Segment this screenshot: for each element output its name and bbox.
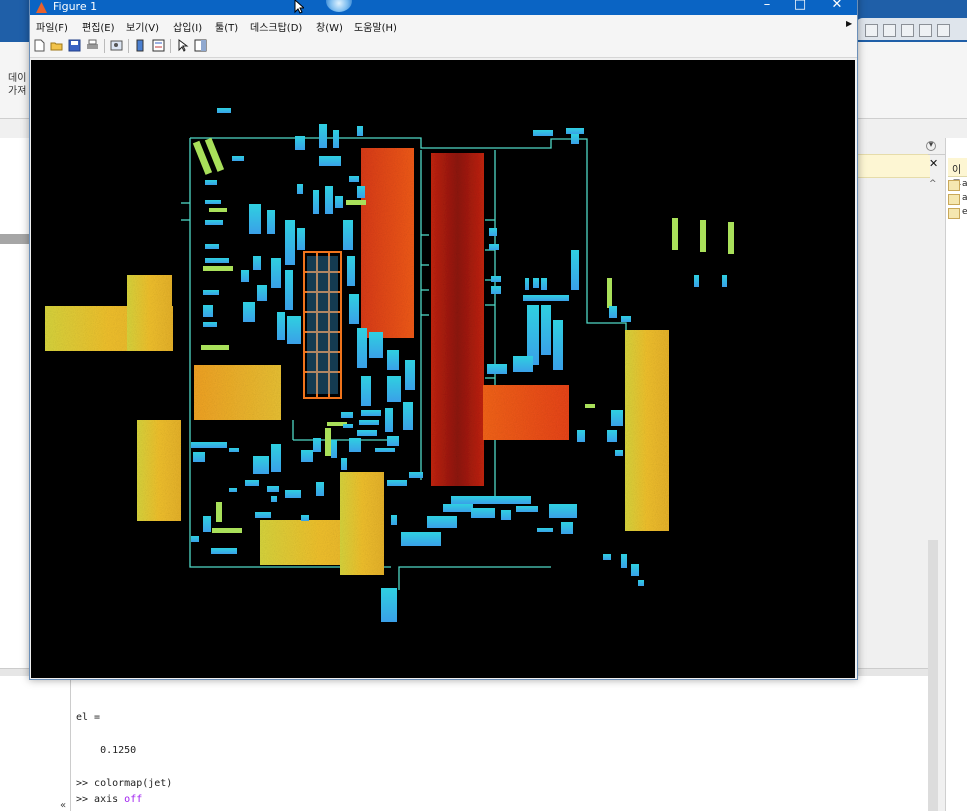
property-inspector-icon[interactable] — [194, 39, 207, 52]
scrollbar-thumb[interactable] — [928, 540, 938, 811]
scroll-up-icon[interactable]: ^ — [929, 179, 937, 189]
import-data-label-1: 데이 — [8, 73, 27, 84]
toolbar-separator — [128, 39, 129, 53]
workspace-panel — [945, 138, 967, 811]
menu-desktop[interactable]: 데스크탑(D) — [250, 19, 302, 34]
command-keyword: off — [124, 794, 143, 805]
toolbar-separator — [104, 39, 105, 53]
quick-access-toolbar — [855, 18, 967, 40]
figure-title-bar[interactable]: Figure 1 – □ ✕ — [30, 0, 857, 15]
import-data-label-2: 가져 — [8, 86, 27, 97]
menu-help[interactable]: 도움말(H) — [354, 19, 397, 34]
menu-file[interactable]: 파일(F) — [36, 19, 68, 34]
figure-title: Figure 1 — [53, 0, 98, 13]
open-file-icon[interactable] — [50, 39, 63, 52]
matlab-logo-icon — [36, 2, 47, 13]
menu-tools[interactable]: 툴(T) — [215, 19, 238, 34]
current-folder-panel — [0, 138, 31, 668]
menu-overflow-icon[interactable]: ▶ — [846, 19, 852, 28]
command-history-line: >> colormap(jet) — [76, 778, 173, 789]
info-strip — [855, 154, 930, 178]
menu-edit[interactable]: 편집(E) — [82, 19, 115, 34]
close-icon[interactable]: ✕ — [929, 157, 938, 170]
point-cloud-image — [45, 108, 734, 622]
figure-window: Figure 1 – □ ✕ 파일(F) 편집(E) 보기(V) 삽입(I) 툴… — [29, 0, 858, 680]
variable-icon — [948, 208, 960, 219]
variable-name[interactable]: a — [962, 193, 967, 203]
command-prompt-marker: « — [60, 800, 67, 811]
undo-icon[interactable] — [937, 24, 950, 37]
cut-icon[interactable] — [883, 24, 896, 37]
link-plot-icon[interactable] — [110, 39, 123, 52]
command-output-value: 0.1250 — [76, 745, 137, 756]
scrollbar-track[interactable] — [928, 176, 938, 540]
print-icon[interactable] — [86, 39, 99, 52]
colorbar-icon[interactable] — [134, 39, 147, 52]
details-panel — [0, 676, 70, 811]
command-history-line: >> axis off — [76, 794, 142, 805]
variable-icon — [948, 194, 960, 205]
save-icon[interactable] — [68, 39, 81, 52]
command-window[interactable]: el = 0.1250 >> colormap(jet) >> axis off — [70, 676, 929, 811]
variable-name[interactable]: e — [962, 207, 967, 217]
folder-path-bar — [0, 234, 30, 244]
variable-name[interactable]: a — [962, 179, 967, 189]
variable-icon — [948, 180, 960, 191]
save-icon[interactable] — [865, 24, 878, 37]
menu-window[interactable]: 창(W) — [316, 19, 343, 34]
minimize-button[interactable]: – — [755, 0, 779, 13]
close-button[interactable]: ✕ — [825, 0, 849, 13]
figure-canvas[interactable] — [31, 60, 855, 678]
edit-plot-arrow-icon[interactable] — [176, 39, 189, 52]
menu-view[interactable]: 보기(V) — [126, 19, 159, 34]
panel-menu-icon[interactable]: ▾ — [926, 141, 936, 151]
mouse-cursor-icon — [294, 0, 304, 14]
command-text: >> axis — [76, 794, 125, 805]
command-output-line: el = — [76, 712, 101, 723]
copy-icon[interactable] — [901, 24, 914, 37]
menu-insert[interactable]: 삽입(I) — [173, 19, 202, 34]
paste-icon[interactable] — [919, 24, 932, 37]
import-data-button[interactable]: 데이 가져 — [8, 72, 26, 98]
new-figure-icon[interactable] — [33, 39, 46, 52]
maximize-button[interactable]: □ — [788, 0, 812, 13]
legend-icon[interactable] — [152, 39, 165, 52]
toolbar-separator — [170, 39, 171, 53]
